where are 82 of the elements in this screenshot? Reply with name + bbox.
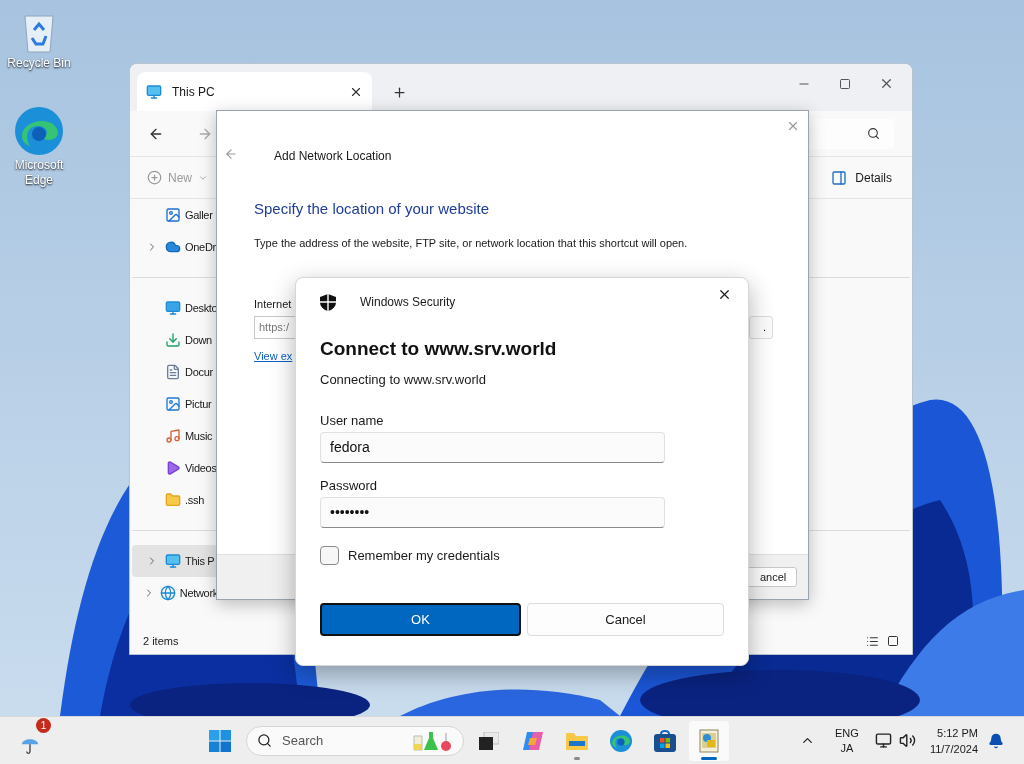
sidebar-item[interactable]: Docur [132, 356, 218, 388]
document-icon [165, 364, 181, 380]
tab[interactable]: This PC [137, 72, 372, 111]
sidebar-label: Network [179, 585, 218, 601]
checkbox[interactable] [320, 545, 339, 565]
image-icon [165, 207, 181, 223]
video-icon [165, 460, 181, 476]
flasks-icon [411, 729, 453, 752]
search-field[interactable]: Search [246, 725, 464, 756]
image-icon [165, 396, 181, 412]
plus-icon [147, 170, 162, 185]
task-view-icon [479, 731, 499, 750]
description: Type the address of the website, FTP site, or network location that this shortcut will open. [254, 236, 689, 251]
network-icon[interactable] [874, 732, 892, 749]
details-pane-icon [831, 169, 848, 186]
sidebar-label: .ssh [185, 492, 204, 508]
windows-logo-icon [209, 729, 231, 752]
copilot-icon [521, 729, 545, 752]
wizard-heading: Specify the location of your website [254, 199, 491, 219]
field-label: Internet [254, 296, 292, 312]
network-wizard-icon [698, 728, 720, 753]
monitor-icon [146, 83, 162, 100]
cloud-icon [165, 239, 181, 255]
monitor-icon [165, 300, 181, 316]
clock[interactable]: 5:12 PM 11/7/2024 [929, 724, 978, 757]
sidebar-label: Galler [185, 207, 213, 223]
cancel-button[interactable]: Cancel [527, 603, 724, 636]
examples-link[interactable]: View ex [254, 348, 293, 365]
browse-button[interactable]: . [749, 316, 773, 339]
sidebar-label: Videos [185, 460, 217, 476]
input-field[interactable]: fedora [320, 431, 665, 463]
download-icon [165, 332, 181, 348]
dialog-message: Connecting to www.srv.world [320, 371, 487, 389]
sidebar-label: Music [185, 428, 213, 444]
app-name: Windows Security [360, 294, 456, 311]
ok-button[interactable]: OK [320, 603, 521, 636]
sidebar-item[interactable]: Network [132, 577, 218, 609]
sidebar-label: Deskto [185, 300, 218, 316]
dialog-title: Add Network Location [274, 148, 392, 165]
close-icon[interactable] [879, 76, 894, 91]
monitor-icon [165, 553, 181, 569]
sidebar-item[interactable]: Music [132, 420, 218, 452]
checkbox-label: Remember my credentials [348, 546, 500, 565]
details-button[interactable]: Details [831, 168, 892, 187]
shield-icon [320, 293, 336, 311]
field-label: User name [320, 411, 385, 430]
new-tab-icon[interactable] [392, 84, 407, 100]
sidebar-label: Down [185, 332, 212, 348]
notifications-icon[interactable] [988, 732, 1004, 749]
list-view-icon[interactable] [866, 634, 879, 648]
sidebar-item[interactable]: Galler [132, 199, 218, 231]
sidebar-item[interactable]: This P [132, 545, 218, 577]
sidebar-item[interactable]: Pictur [132, 388, 218, 420]
notification-badge: 1 [36, 717, 51, 733]
sidebar-label: This P [185, 553, 215, 569]
field-label: Password [320, 476, 379, 495]
tab-title: This PC [172, 83, 216, 101]
folder-icon [165, 492, 181, 508]
browser-icon[interactable] [14, 106, 64, 156]
globe-icon [159, 585, 176, 601]
input-field[interactable]: •••••••• [320, 496, 665, 528]
sidebar-item[interactable]: Down [132, 324, 218, 356]
sidebar-item[interactable]: .ssh [132, 484, 218, 516]
sidebar-label: Docur [185, 364, 213, 380]
browser-icon [609, 728, 633, 753]
volume-icon[interactable] [898, 732, 916, 749]
tiles-view-icon[interactable] [887, 635, 899, 647]
desktop-icon-label: Recycle Bin [7, 56, 71, 71]
sidebar-label: Pictur [185, 396, 212, 412]
sidebar-item[interactable]: Deskto [132, 292, 218, 324]
desktop-icon-label: Microsoft Edge [13, 158, 65, 188]
store-icon [653, 728, 677, 753]
dialog-heading: Connect to www.srv.world [320, 337, 558, 361]
search-icon [257, 733, 272, 748]
maximize-icon[interactable] [839, 77, 851, 90]
status-text: 2 items [143, 633, 179, 649]
language-indicator[interactable]: ENG JA [835, 725, 859, 756]
music-icon [165, 428, 181, 444]
sidebar-label: OneDr [185, 239, 216, 255]
sidebar-item[interactable]: OneDr [132, 231, 218, 263]
search-icon [867, 127, 880, 140]
sidebar-item[interactable]: Videos [132, 452, 218, 484]
